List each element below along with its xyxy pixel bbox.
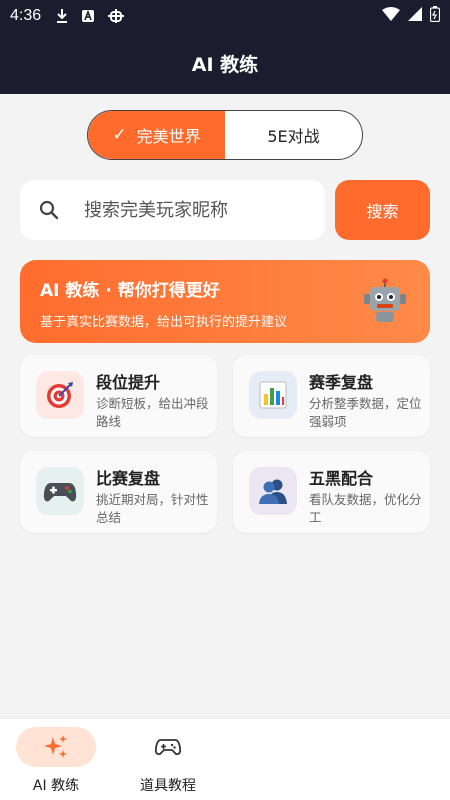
bar-chart-icon: [249, 371, 297, 419]
a-box-icon: [81, 9, 95, 23]
card-rank-up[interactable]: 段位提升 诊断短板，给出冲段路线: [20, 355, 217, 437]
nav-item-ai-coach[interactable]: AI 教练: [16, 727, 96, 795]
app-bar: AI 教练: [0, 32, 450, 94]
status-bar: 4:36: [0, 0, 450, 32]
search-input[interactable]: [84, 199, 294, 221]
segment-option-wanmei[interactable]: ✓ 完美世界: [88, 111, 225, 159]
segment-label: 5E对战: [267, 127, 320, 146]
status-time: 4:36: [10, 7, 42, 24]
banner-subtitle: 基于真实比赛数据，给出可执行的提升建议: [40, 315, 288, 330]
nav-item-item-tutorial[interactable]: 道具教程: [128, 727, 208, 795]
nav-label: 道具教程: [140, 778, 196, 794]
card-title: 赛季复盘: [309, 373, 374, 392]
card-team-play[interactable]: 五黑配合 看队友数据，优化分工: [233, 451, 430, 533]
check-icon: ✓: [112, 125, 127, 145]
platform-segmented-control: ✓ 完美世界 5E对战: [87, 110, 363, 160]
bug-icon: [107, 7, 125, 25]
signal-icon: [408, 7, 422, 25]
coach-banner[interactable]: AI 教练 · 帮你打得更好 基于真实比赛数据，给出可执行的提升建议: [20, 260, 430, 343]
card-desc: 看队友数据，优化分工: [309, 492, 422, 525]
search-button[interactable]: 搜索: [335, 180, 430, 240]
card-title: 比赛复盘: [96, 469, 161, 488]
card-desc: 诊断短板，给出冲段路线: [96, 396, 209, 429]
segment-option-5e[interactable]: 5E对战: [225, 111, 362, 159]
search-bar: [20, 180, 325, 240]
gamepad-icon: [36, 467, 84, 515]
nav-label: AI 教练: [32, 778, 80, 794]
card-match-review[interactable]: 比赛复盘 挑近期对局，针对性总结: [20, 451, 217, 533]
banner-title: AI 教练 · 帮你打得更好: [40, 281, 220, 301]
wifi-icon: [382, 7, 400, 25]
card-season-review[interactable]: 赛季复盘 分析整季数据，定位强弱项: [233, 355, 430, 437]
segment-label: 完美世界: [136, 127, 201, 146]
card-title: 段位提升: [96, 373, 161, 392]
controller-icon: [128, 727, 208, 767]
page-title: AI 教练: [191, 53, 259, 76]
download-icon: [55, 8, 69, 24]
card-title: 五黑配合: [309, 469, 374, 488]
card-desc: 挑近期对局，针对性总结: [96, 492, 209, 525]
battery-icon: [429, 6, 441, 26]
search-icon: [39, 200, 59, 220]
target-icon: [36, 371, 84, 419]
robot-icon: [364, 278, 406, 322]
bottom-nav: AI 教练 道具教程: [0, 718, 450, 800]
card-desc: 分析整季数据，定位强弱项: [309, 396, 422, 429]
team-icon: [249, 467, 297, 515]
sparkle-icon: [16, 727, 96, 767]
